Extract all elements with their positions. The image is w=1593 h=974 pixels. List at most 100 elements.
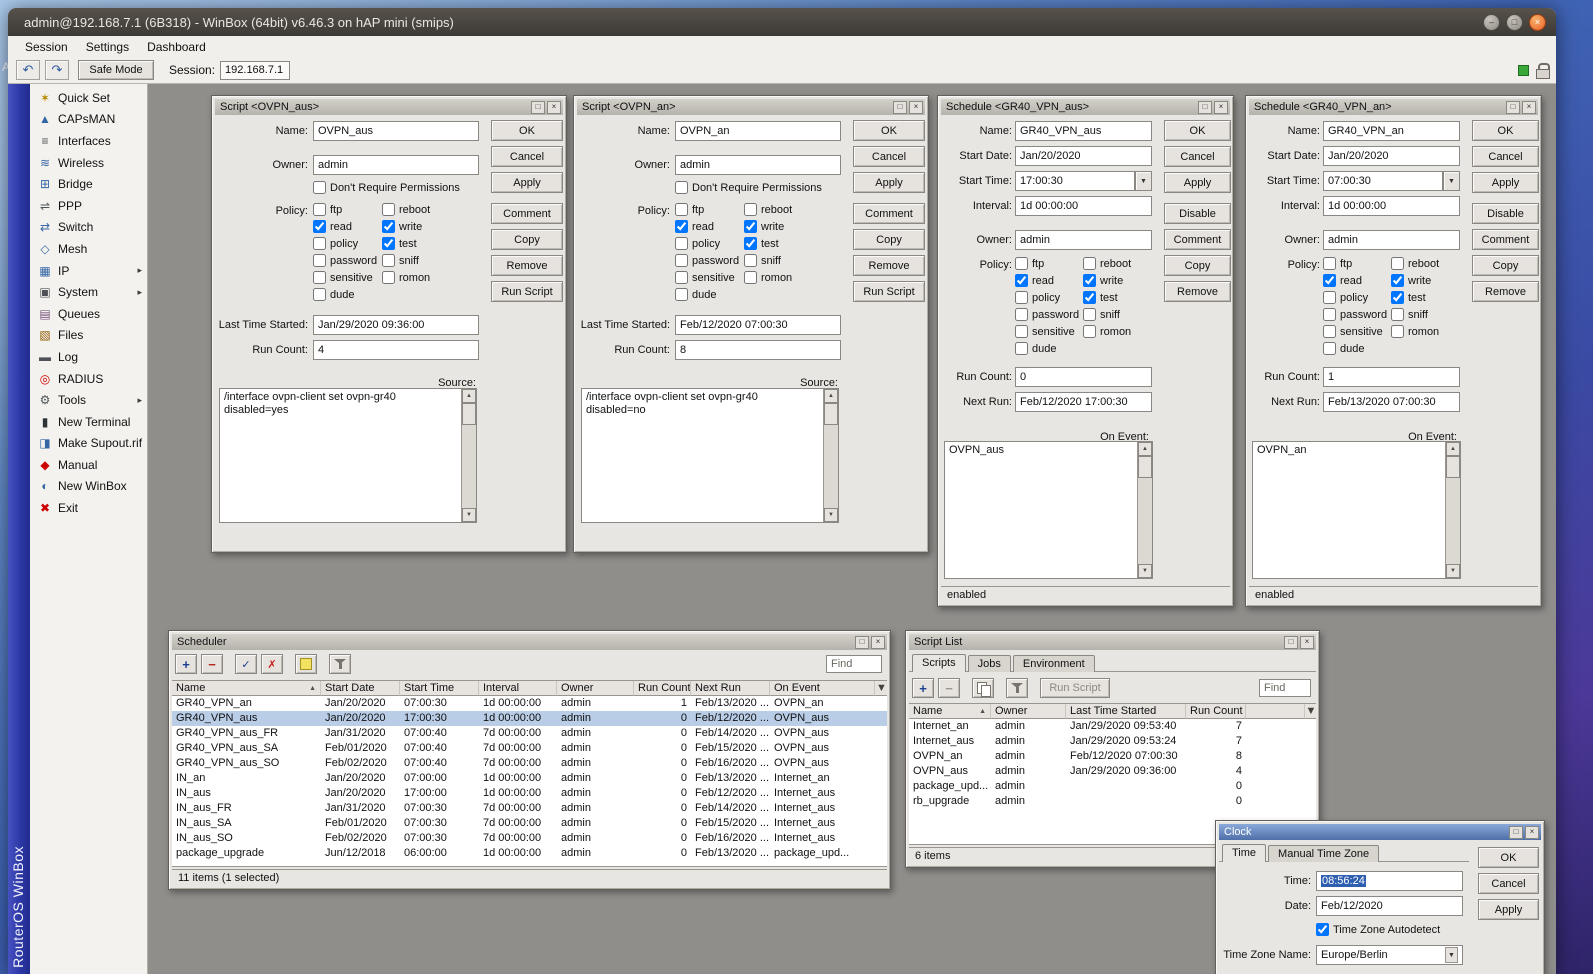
menu-session[interactable]: Session xyxy=(16,38,77,56)
source-text[interactable]: /interface ovpn-client set ovpn-gr40 dis… xyxy=(224,391,458,520)
cancel-button[interactable]: Cancel xyxy=(491,146,563,167)
start-time-input[interactable]: 07:00:30 xyxy=(1323,171,1443,191)
interval-input[interactable]: 1d 00:00:00 xyxy=(1323,196,1460,216)
copy-button[interactable]: Copy xyxy=(491,229,563,250)
scrollbar[interactable]: ▲ ▼ xyxy=(823,389,838,522)
cancel-button[interactable]: Cancel xyxy=(1164,146,1231,167)
scroll-thumb[interactable] xyxy=(462,403,476,425)
table-cell[interactable]: Jan/20/2020 xyxy=(321,771,400,786)
safe-mode-button[interactable]: Safe Mode xyxy=(78,60,154,80)
column-header-name[interactable]: Name ▲ xyxy=(909,704,991,719)
table-cell[interactable]: Feb/01/2020 xyxy=(321,741,400,756)
policy-read-checkbox[interactable]: read xyxy=(313,218,377,235)
table-cell[interactable]: admin xyxy=(557,726,634,741)
policy-read-checkbox[interactable]: read xyxy=(1323,272,1387,289)
table-cell[interactable]: admin xyxy=(557,846,634,861)
on-event-text[interactable]: OVPN_an xyxy=(1257,444,1442,576)
start-date-input[interactable]: Jan/20/2020 xyxy=(1015,146,1152,166)
checkbox[interactable] xyxy=(1391,308,1404,321)
table-cell[interactable]: admin xyxy=(557,741,634,756)
checkbox[interactable] xyxy=(675,237,688,250)
table-cell[interactable]: Jan/20/2020 xyxy=(321,696,400,711)
policy-reboot-checkbox[interactable]: reboot xyxy=(744,201,814,218)
table-cell[interactable]: OVPN_aus xyxy=(909,764,991,779)
table-cell[interactable]: 7d 00:00:00 xyxy=(479,756,557,771)
maximize-icon[interactable]: □ xyxy=(1284,635,1298,649)
filter-button[interactable] xyxy=(329,654,351,674)
table-cell[interactable]: 0 xyxy=(1186,779,1246,794)
table-cell[interactable]: 1d 00:00:00 xyxy=(479,771,557,786)
remove-button[interactable]: Remove xyxy=(853,255,925,276)
cancel-button[interactable]: Cancel xyxy=(853,146,925,167)
table-row[interactable]: OVPN_an admin Feb/12/2020 07:00:30 8 xyxy=(909,749,1316,764)
child-titlebar[interactable]: Script List □ × xyxy=(909,634,1316,650)
table-cell[interactable]: 1d 00:00:00 xyxy=(479,786,557,801)
policy-test-checkbox[interactable]: test xyxy=(1391,289,1461,306)
source-text[interactable]: /interface ovpn-client set ovpn-gr40 dis… xyxy=(586,391,820,520)
next-run-input[interactable]: Feb/12/2020 17:00:30 xyxy=(1015,392,1152,412)
close-icon[interactable]: × xyxy=(1522,100,1536,114)
table-row[interactable]: package_upgrade Jun/12/2018 06:00:00 1d 00:… xyxy=(172,846,887,861)
checkbox[interactable] xyxy=(313,271,326,284)
checkbox[interactable] xyxy=(382,271,395,284)
table-cell[interactable]: Feb/15/2020 ... xyxy=(691,741,770,756)
scroll-up-icon[interactable]: ▲ xyxy=(1446,442,1460,456)
run-count-input[interactable]: 0 xyxy=(1015,367,1152,387)
column-header-interval[interactable]: Interval xyxy=(479,681,557,696)
checkbox[interactable] xyxy=(675,181,688,194)
sidebar-item-mesh[interactable]: ◇ Mesh xyxy=(30,238,147,260)
table-cell[interactable]: 0 xyxy=(634,726,691,741)
name-input[interactable]: OVPN_an xyxy=(675,121,841,141)
table-cell[interactable]: Feb/16/2020 ... xyxy=(691,831,770,846)
child-titlebar[interactable]: Scheduler □ × xyxy=(172,634,887,650)
column-header-name[interactable]: Name ▲ xyxy=(172,681,321,696)
table-cell[interactable]: 06:00:00 xyxy=(400,846,479,861)
menu-settings[interactable]: Settings xyxy=(77,38,138,56)
table-cell[interactable]: admin xyxy=(557,756,634,771)
add-button[interactable]: + xyxy=(175,654,197,674)
table-cell[interactable]: 0 xyxy=(634,831,691,846)
table-row[interactable]: Internet_an admin Jan/29/2020 09:53:40 7 xyxy=(909,719,1316,734)
add-button[interactable]: + xyxy=(912,678,934,698)
checkbox[interactable] xyxy=(744,220,757,233)
remove-item-button[interactable]: − xyxy=(938,678,960,698)
find-input[interactable]: Find xyxy=(1259,679,1311,697)
table-row[interactable]: GR40_VPN_aus_SO Feb/02/2020 07:00:40 7d 00:… xyxy=(172,756,887,771)
checkbox[interactable] xyxy=(1015,291,1028,304)
table-cell[interactable]: Internet_aus xyxy=(770,816,875,831)
start-date-input[interactable]: Jan/20/2020 xyxy=(1323,146,1460,166)
policy-write-checkbox[interactable]: write xyxy=(382,218,452,235)
copy-button[interactable]: Copy xyxy=(853,229,925,250)
table-cell[interactable]: OVPN_aus xyxy=(770,711,875,726)
table-cell[interactable]: IN_an xyxy=(172,771,321,786)
session-value[interactable]: 192.168.7.1 xyxy=(220,60,291,80)
column-header-run-count[interactable]: Run Count xyxy=(1186,704,1246,719)
cancel-button[interactable]: Cancel xyxy=(1472,146,1539,167)
apply-button[interactable]: Apply xyxy=(1472,172,1539,193)
comment-button[interactable]: Comment xyxy=(1164,229,1231,250)
table-cell[interactable]: Feb/13/2020 ... xyxy=(691,771,770,786)
policy-dude-checkbox[interactable]: dude xyxy=(1015,340,1079,357)
source-editor[interactable]: /interface ovpn-client set ovpn-gr40 dis… xyxy=(581,388,839,523)
checkbox[interactable] xyxy=(1015,257,1028,270)
column-header-start-time[interactable]: Start Time xyxy=(400,681,479,696)
policy-romon-checkbox[interactable]: romon xyxy=(1083,323,1153,340)
table-cell[interactable]: admin xyxy=(557,816,634,831)
checkbox[interactable] xyxy=(1323,342,1336,355)
maximize-icon[interactable]: □ xyxy=(855,635,869,649)
table-cell[interactable]: admin xyxy=(557,711,634,726)
table-cell[interactable]: 07:00:30 xyxy=(400,831,479,846)
comment-button[interactable]: Comment xyxy=(491,203,563,224)
column-header-on-event[interactable]: On Event xyxy=(770,681,875,696)
table-row[interactable]: GR40_VPN_aus Jan/20/2020 17:00:30 1d 00:00:… xyxy=(172,711,887,726)
close-icon[interactable]: × xyxy=(547,100,561,114)
checkbox[interactable] xyxy=(382,203,395,216)
dont-require-permissions-checkbox[interactable]: Don't Require Permissions xyxy=(313,179,460,196)
policy-policy-checkbox[interactable]: policy xyxy=(1323,289,1387,306)
policy-ftp-checkbox[interactable]: ftp xyxy=(1323,255,1387,272)
policy-dude-checkbox[interactable]: dude xyxy=(313,286,377,303)
comment-button[interactable]: Comment xyxy=(1472,229,1539,250)
owner-input[interactable]: admin xyxy=(675,155,841,175)
table-cell[interactable]: 07:00:30 xyxy=(400,801,479,816)
table-cell[interactable]: 0 xyxy=(634,711,691,726)
